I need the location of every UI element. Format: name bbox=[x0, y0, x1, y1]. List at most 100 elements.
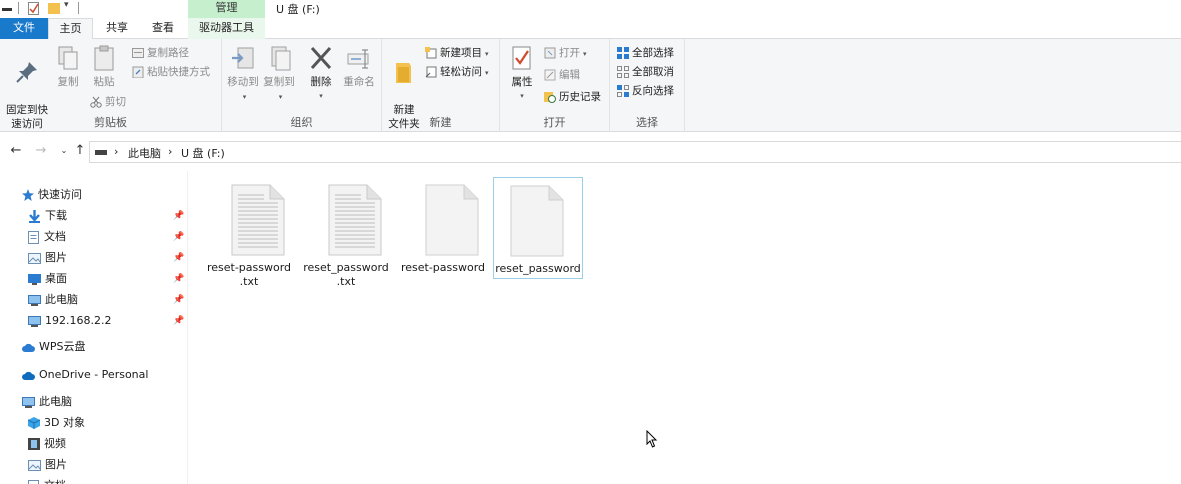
nav-quick-access[interactable]: 快速访问 bbox=[22, 185, 82, 205]
properties-check-icon[interactable] bbox=[28, 2, 40, 15]
pictures-icon bbox=[28, 252, 41, 264]
nav-documents[interactable]: 文档 bbox=[28, 227, 66, 247]
file-item[interactable]: reset-password bbox=[398, 177, 488, 279]
pin-icon: 📌 bbox=[173, 211, 185, 221]
select-none-button[interactable]: 全部取消 bbox=[617, 64, 674, 80]
window-menu-icon[interactable] bbox=[2, 2, 12, 14]
copy-button[interactable]: 复制 bbox=[54, 45, 82, 89]
tab-drive-tools[interactable]: 驱动器工具 bbox=[188, 18, 265, 39]
up-arrow-icon[interactable]: ↑ bbox=[72, 142, 88, 160]
file-item-selected[interactable]: reset_password bbox=[493, 177, 583, 279]
nav-pictures[interactable]: 图片 bbox=[28, 248, 67, 268]
nav-this-pc[interactable]: 此电脑 bbox=[22, 392, 72, 412]
nav-videos[interactable]: 视频 bbox=[28, 434, 66, 454]
nav-documents-2[interactable]: 文档 bbox=[28, 476, 66, 484]
select-group-label: 选择 bbox=[636, 116, 658, 129]
invert-selection-icon bbox=[617, 85, 629, 97]
download-arrow-icon bbox=[29, 209, 40, 223]
paste-label: 粘贴 bbox=[93, 76, 115, 88]
pin-icon: 📌 bbox=[173, 316, 185, 326]
delete-button[interactable]: 删除 ▾ bbox=[308, 45, 334, 103]
star-icon bbox=[22, 189, 34, 201]
recent-locations-icon[interactable]: ⌄ bbox=[56, 142, 72, 160]
tab-share[interactable]: 共享 bbox=[96, 18, 138, 39]
nav-downloads[interactable]: 下载 bbox=[28, 206, 67, 226]
mouse-cursor-icon bbox=[646, 430, 658, 448]
copy-icon bbox=[58, 46, 78, 70]
file-name: reset_password bbox=[495, 262, 581, 275]
tab-home[interactable]: 主页 bbox=[48, 18, 93, 40]
copy-path-button[interactable]: 复制路径 bbox=[132, 45, 189, 61]
desktop-icon bbox=[28, 273, 41, 285]
nav-wps-cloud-label: WPS云盘 bbox=[39, 340, 86, 353]
nav-desktop[interactable]: 桌面 bbox=[28, 269, 67, 289]
nav-this-pc-pinned-label: 此电脑 bbox=[45, 293, 78, 306]
select-all-button[interactable]: 全部选择 bbox=[617, 45, 674, 61]
tab-file[interactable]: 文件 bbox=[0, 18, 48, 39]
file-name: reset-password .txt bbox=[206, 261, 292, 288]
title-bar: ▾ 管理 U 盘 (F:) bbox=[0, 0, 1181, 18]
cut-button[interactable]: 剪切 bbox=[90, 94, 126, 110]
copy-label: 复制 bbox=[57, 76, 79, 88]
computer-icon bbox=[28, 294, 41, 306]
paste-button[interactable]: 粘贴 bbox=[90, 45, 118, 89]
file-list-view[interactable]: reset-password .txt reset_password .txt … bbox=[189, 171, 1181, 484]
nav-documents-label: 文档 bbox=[44, 230, 66, 243]
rename-icon bbox=[347, 49, 369, 69]
nav-this-pc-pinned[interactable]: 此电脑 bbox=[28, 290, 78, 310]
nav-wps-cloud[interactable]: WPS云盘 bbox=[22, 337, 86, 357]
video-film-icon bbox=[28, 438, 40, 450]
breadcrumb-this-pc[interactable]: 此电脑 bbox=[128, 145, 161, 161]
history-icon bbox=[544, 92, 556, 103]
text-file-icon bbox=[231, 184, 285, 256]
nav-downloads-label: 下载 bbox=[45, 209, 67, 222]
nav-pictures-2[interactable]: 图片 bbox=[28, 455, 67, 475]
manage-tab[interactable]: 管理 bbox=[188, 0, 265, 18]
invert-selection-button[interactable]: 反向选择 bbox=[617, 83, 674, 99]
copy-to-button[interactable]: 复制到▾ bbox=[262, 45, 296, 104]
pin-icon: 📌 bbox=[173, 232, 185, 242]
nav-network-location[interactable]: 192.168.2.2 bbox=[28, 311, 111, 331]
tab-view[interactable]: 查看 bbox=[142, 18, 184, 39]
scissors-icon bbox=[90, 96, 102, 108]
nav-onedrive[interactable]: OneDrive - Personal bbox=[22, 365, 148, 385]
drive-icon bbox=[95, 150, 107, 155]
window-title: U 盘 (F:) bbox=[276, 3, 320, 16]
back-arrow-icon[interactable]: ← bbox=[8, 142, 24, 160]
properties-button[interactable]: 属性 ▾ bbox=[508, 45, 536, 103]
open-group: 属性 ▾ 打开 ▾ 编辑 历史记录 打开 bbox=[500, 39, 610, 132]
cut-label: 剪切 bbox=[105, 96, 126, 108]
nav-this-pc-label: 此电脑 bbox=[39, 395, 72, 408]
document-icon bbox=[28, 230, 39, 244]
easy-access-icon bbox=[425, 66, 437, 78]
cube-3d-icon bbox=[28, 417, 40, 429]
open-button[interactable]: 打开 ▾ bbox=[544, 45, 587, 62]
breadcrumb-separator-icon[interactable]: › bbox=[168, 145, 172, 158]
nav-3d-objects[interactable]: 3D 对象 bbox=[28, 413, 85, 433]
select-none-label: 全部取消 bbox=[632, 66, 674, 78]
move-to-button[interactable]: 移动到▾ bbox=[226, 45, 260, 104]
breadcrumb-separator-icon[interactable]: › bbox=[114, 145, 118, 158]
new-folder-icon bbox=[396, 63, 411, 83]
qat-customize-icon[interactable]: ▾ bbox=[64, 0, 69, 10]
invert-selection-label: 反向选择 bbox=[632, 85, 674, 97]
easy-access-button[interactable]: 轻松访问 ▾ bbox=[425, 64, 489, 81]
forward-arrow-icon[interactable]: → bbox=[33, 142, 49, 160]
history-button[interactable]: 历史记录 bbox=[544, 89, 601, 105]
rename-button[interactable]: 重命名 bbox=[340, 45, 378, 89]
address-bar[interactable]: › 此电脑 › U 盘 (F:) bbox=[89, 141, 1181, 163]
edit-button[interactable]: 编辑 bbox=[544, 67, 580, 83]
file-item[interactable]: reset_password .txt bbox=[301, 177, 391, 288]
clipboard-icon bbox=[94, 45, 114, 71]
breadcrumb-drive[interactable]: U 盘 (F:) bbox=[181, 145, 225, 161]
new-folder-qat-icon[interactable] bbox=[48, 2, 60, 14]
pin-icon: 📌 bbox=[173, 295, 185, 305]
paste-shortcut-icon bbox=[132, 66, 144, 78]
new-item-button[interactable]: 新建项目 ▾ bbox=[425, 45, 489, 62]
ribbon-tab-row: 文件 主页 共享 查看 驱动器工具 bbox=[0, 18, 1181, 40]
open-label: 打开 bbox=[559, 47, 580, 59]
nav-documents-2-label: 文档 bbox=[44, 479, 66, 484]
paste-shortcut-button[interactable]: 粘贴快捷方式 bbox=[132, 64, 210, 80]
blank-file-icon bbox=[510, 185, 564, 257]
file-item[interactable]: reset-password .txt bbox=[204, 177, 294, 288]
